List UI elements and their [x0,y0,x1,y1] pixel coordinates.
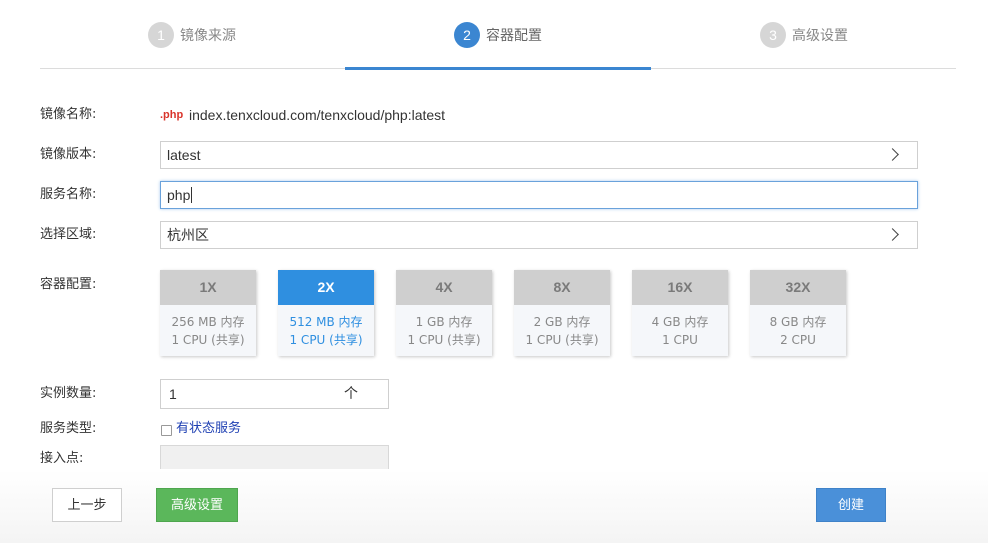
step-image-source[interactable]: 1 镜像来源 [148,22,236,48]
service-name-value: php [167,187,191,203]
size-card-16x[interactable]: 16X 4 GB 内存 1 CPU [632,270,728,356]
stateful-service-checkbox[interactable] [161,425,172,436]
size-card-cpu: 1 CPU (共享) [525,333,599,347]
php-logo-tag: .php [160,109,184,121]
size-card-memory: 256 MB 内存 [171,315,245,329]
container-config-label: 容器配置: [40,277,97,292]
step-number: 3 [760,22,786,48]
image-name-label: 镜像名称: [40,107,97,122]
size-card-cpu: 2 CPU [780,333,816,347]
step-label: 高级设置 [792,28,848,44]
step-container-config[interactable]: 2 容器配置 [454,22,542,48]
step-advanced-settings[interactable]: 3 高级设置 [760,22,848,48]
instance-count-unit: 个 [344,386,358,402]
service-name-input[interactable]: php [160,181,918,209]
size-card-memory: 2 GB 内存 [533,315,591,329]
step-label: 容器配置 [486,28,542,44]
size-card-name: 16X [632,270,728,305]
instance-count-input[interactable]: 1 个 [160,379,389,409]
size-card-memory: 8 GB 内存 [769,315,827,329]
stateful-service-label[interactable]: 有状态服务 [176,420,241,438]
size-card-8x[interactable]: 8X 2 GB 内存 1 CPU (共享) [514,270,610,356]
step-number: 2 [454,22,480,48]
size-card-cpu: 1 CPU (共享) [171,333,245,347]
wizard-steps: 1 镜像来源 2 容器配置 3 高级设置 [40,0,956,70]
size-card-name: 1X [160,270,256,305]
endpoint-label: 接入点: [40,451,84,466]
image-version-select[interactable]: latest [160,141,918,169]
size-card-name: 2X [278,270,374,305]
previous-step-button[interactable]: 上一步 [52,488,122,522]
chevron-right-icon [886,148,899,161]
region-label: 选择区域: [40,227,97,242]
size-card-name: 8X [514,270,610,305]
image-url: index.tenxcloud.com/tenxcloud/php:latest [189,107,446,123]
size-card-1x[interactable]: 1X 256 MB 内存 1 CPU (共享) [160,270,256,356]
step-label: 镜像来源 [180,28,236,44]
image-version-label: 镜像版本: [40,147,97,162]
instance-count-label: 实例数量: [40,386,97,401]
create-button[interactable]: 创建 [816,488,886,522]
chevron-right-icon [886,228,899,241]
service-name-label: 服务名称: [40,187,97,202]
size-card-cpu: 1 CPU (共享) [289,333,363,347]
size-card-4x[interactable]: 4X 1 GB 内存 1 CPU (共享) [396,270,492,356]
active-step-indicator [345,67,651,70]
size-card-name: 4X [396,270,492,305]
text-cursor [191,187,193,203]
size-card-memory: 4 GB 内存 [651,315,709,329]
size-card-cpu: 1 CPU (共享) [407,333,481,347]
endpoint-field[interactable] [160,445,389,469]
size-card-cpu: 1 CPU [662,333,698,347]
service-type-label: 服务类型: [40,421,97,436]
instance-count-value: 1 [169,386,177,402]
size-card-2x[interactable]: 2X 512 MB 内存 1 CPU (共享) [278,270,374,356]
size-card-memory: 512 MB 内存 [289,315,363,329]
size-card-32x[interactable]: 32X 8 GB 内存 2 CPU [750,270,846,356]
region-value: 杭州区 [167,227,209,243]
size-card-memory: 1 GB 内存 [415,315,473,329]
region-select[interactable]: 杭州区 [160,221,918,249]
image-version-value: latest [167,147,201,163]
size-card-name: 32X [750,270,846,305]
advanced-settings-button[interactable]: 高级设置 [156,488,238,522]
step-number: 1 [148,22,174,48]
